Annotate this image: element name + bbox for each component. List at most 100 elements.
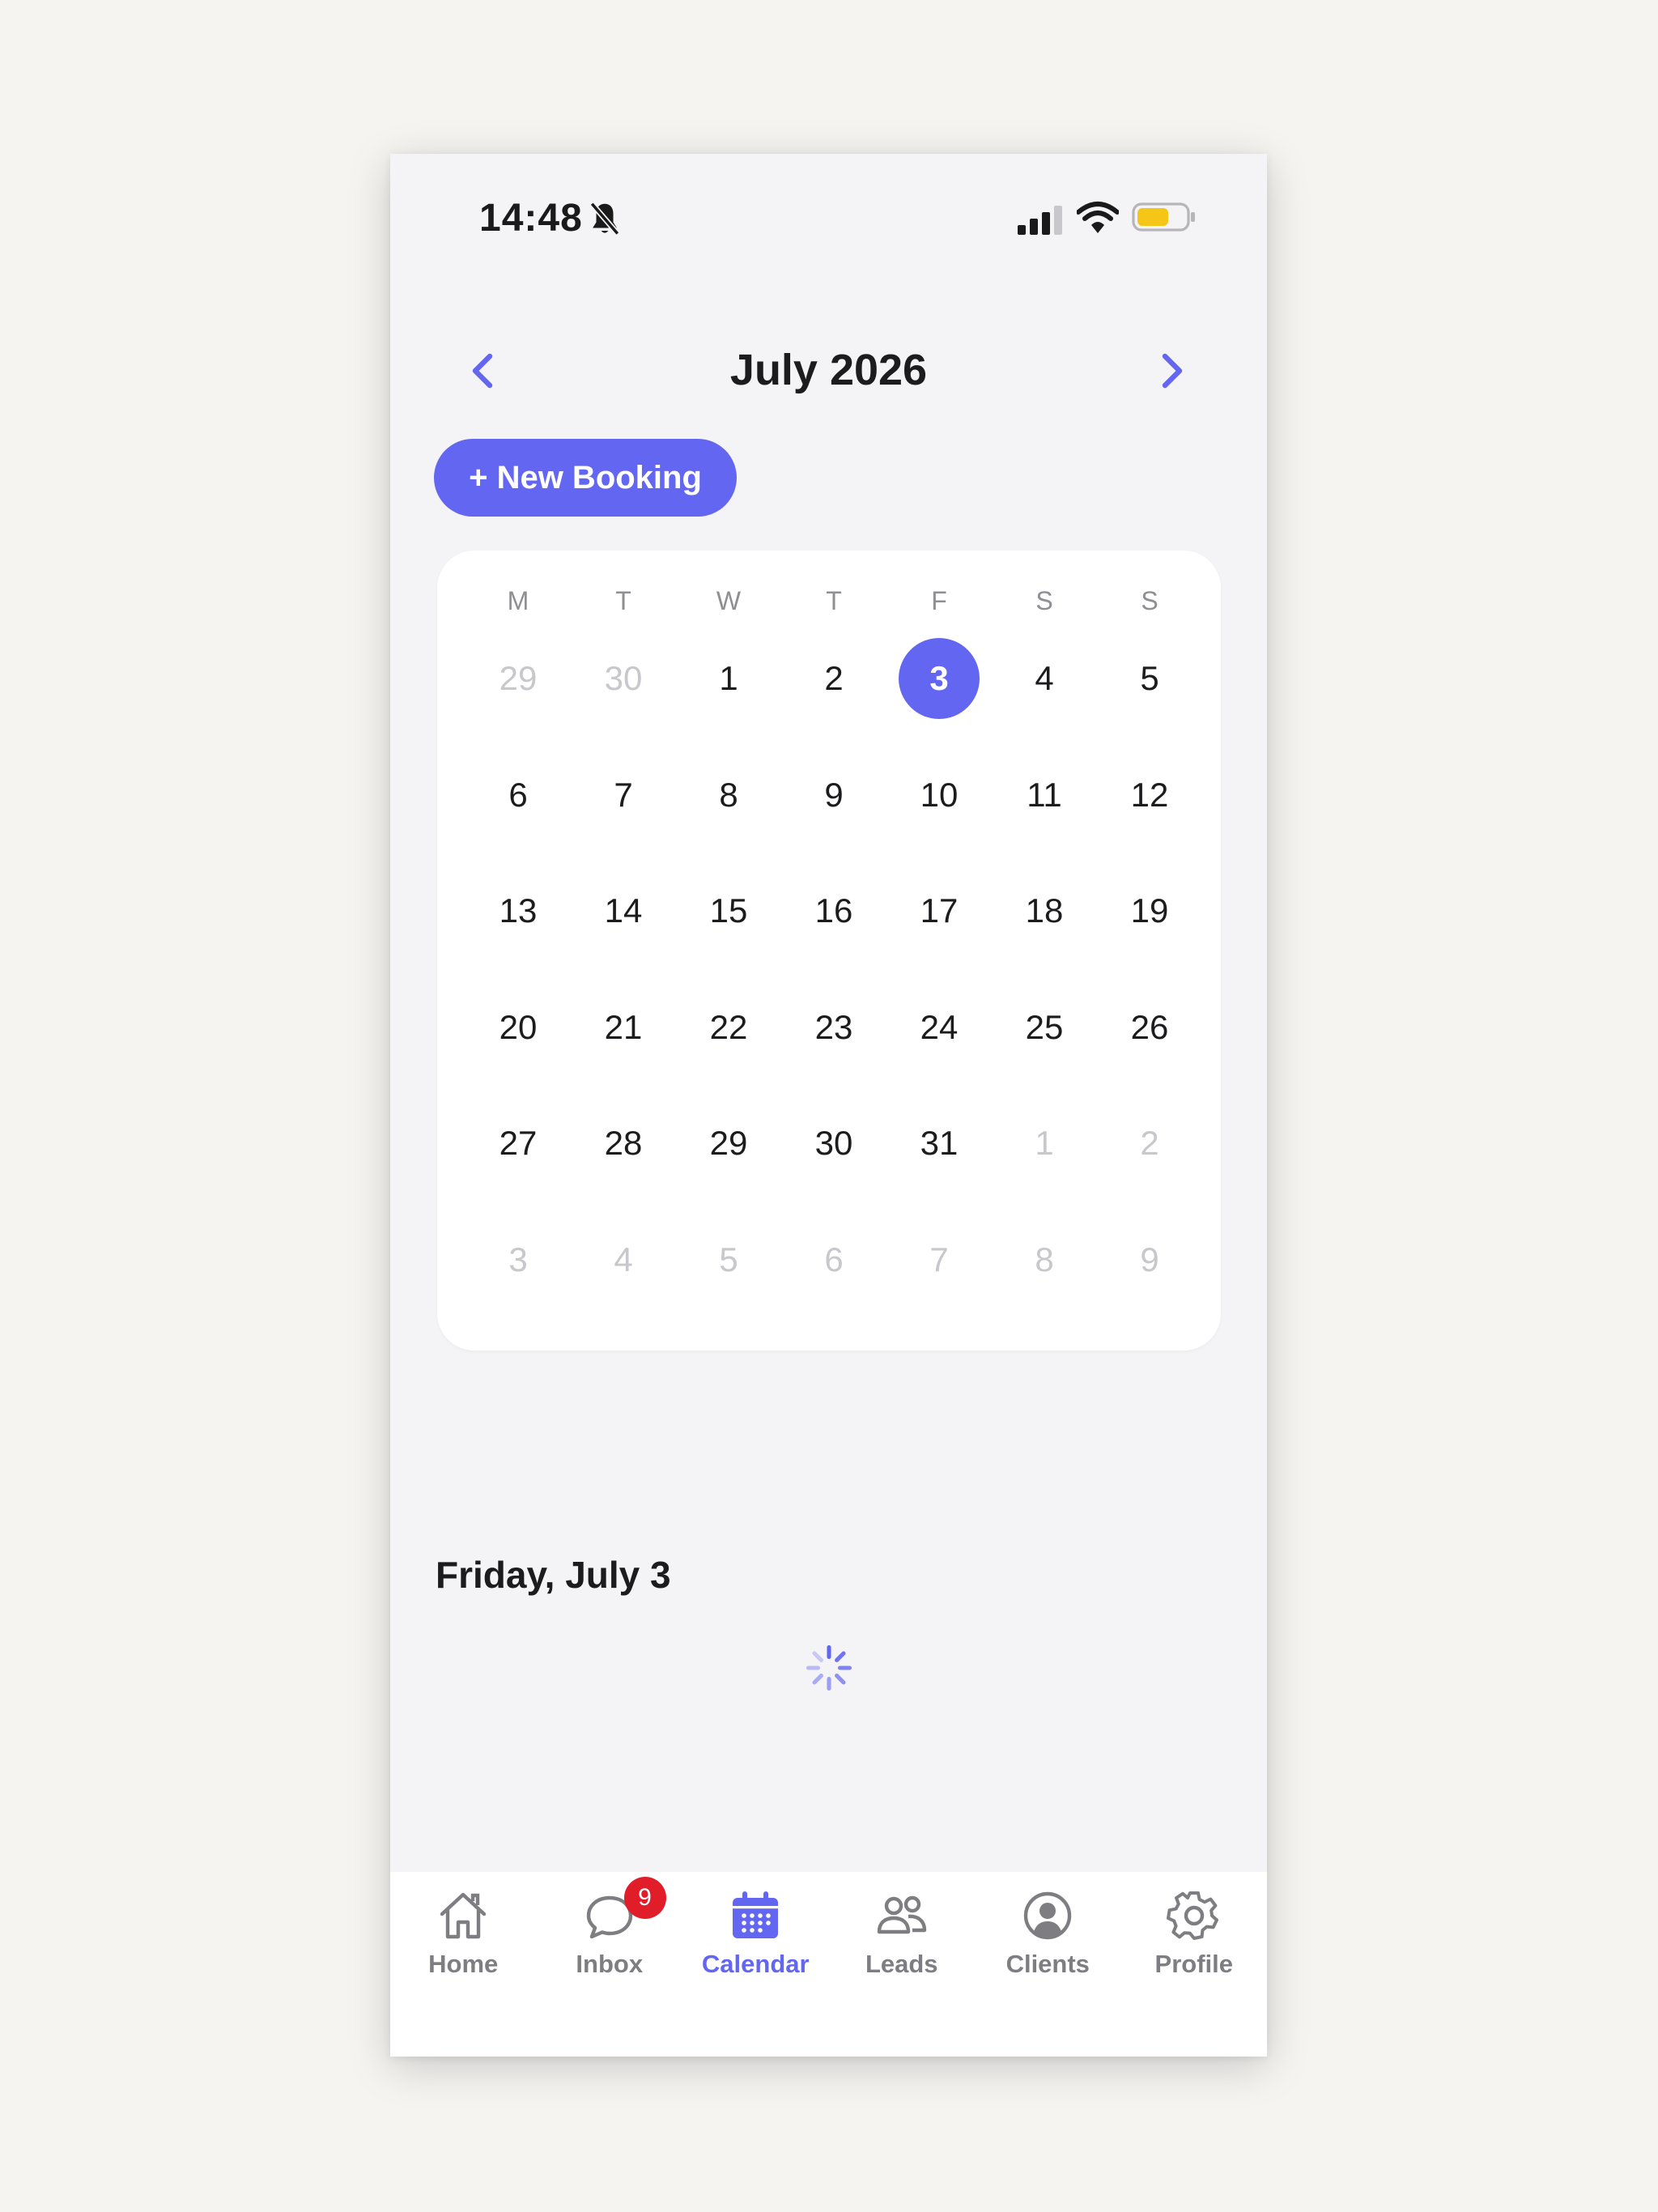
day-number: 6 [508, 775, 528, 814]
calendar-day[interactable]: 8 [992, 1219, 1097, 1336]
calendar-day[interactable]: 30 [781, 1103, 886, 1219]
calendar-day[interactable]: 1 [992, 1103, 1097, 1219]
calendar-day[interactable]: 9 [1097, 1219, 1202, 1336]
next-month-button[interactable] [1148, 347, 1197, 395]
calendar-day[interactable]: 4 [992, 638, 1097, 755]
calendar-day[interactable]: 27 [466, 1103, 571, 1219]
calendar-day[interactable]: 4 [571, 1219, 676, 1336]
day-number: 7 [614, 775, 633, 814]
calendar-day[interactable]: 29 [466, 638, 571, 755]
calendar-day[interactable]: 8 [676, 755, 781, 871]
day-number: 24 [920, 1007, 959, 1046]
calendar-day[interactable]: 11 [992, 755, 1097, 871]
calendar-day[interactable]: 9 [781, 755, 886, 871]
day-number: 5 [1140, 659, 1159, 697]
chevron-right-icon [1162, 353, 1183, 389]
calendar-icon [733, 1891, 779, 1938]
selected-day-heading: Friday, July 3 [436, 1554, 671, 1596]
calendar-days: 29 30 1 2 3 4 5 6 7 8 9 10 11 12 13 14 15 16 17 18 19 20 21 22 2… [437, 638, 1221, 1335]
day-number: 23 [814, 1007, 853, 1046]
day-number: 2 [1140, 1124, 1159, 1162]
calendar-day[interactable]: 22 [676, 987, 781, 1104]
day-number: 30 [604, 659, 643, 697]
tab-calendar[interactable]: Calendar [682, 1872, 829, 2057]
calendar-day[interactable]: 26 [1097, 987, 1202, 1104]
day-number: 6 [824, 1240, 844, 1278]
calendar-day[interactable]: 18 [992, 870, 1097, 987]
calendar-day[interactable]: 6 [781, 1219, 886, 1336]
calendar-day[interactable]: 30 [571, 638, 676, 755]
day-number: 20 [499, 1007, 538, 1046]
tab-inbox[interactable]: 9 Inbox [537, 1872, 683, 2057]
wifi-icon [1077, 202, 1119, 233]
new-booking-button[interactable]: + New Booking [434, 439, 737, 517]
home-icon [440, 1892, 487, 1939]
calendar-day[interactable]: 10 [886, 755, 992, 871]
weekday-header-row: MTWTFSS [437, 586, 1221, 616]
calendar-day[interactable]: 2 [781, 638, 886, 755]
day-number: 26 [1130, 1007, 1169, 1046]
day-number: 8 [719, 775, 738, 814]
calendar-day[interactable]: 5 [676, 1219, 781, 1336]
calendar-day[interactable]: 7 [886, 1219, 992, 1336]
calendar-day[interactable]: 28 [571, 1103, 676, 1219]
day-number: 14 [604, 891, 643, 929]
weekday-label: S [1141, 586, 1158, 615]
weekday-label: S [1035, 586, 1053, 615]
calendar-day[interactable]: 14 [571, 870, 676, 987]
day-number: 21 [604, 1007, 643, 1046]
calendar-grid: MTWTFSS 29 30 1 2 3 4 5 6 7 8 9 10 11 12 13 14 15 16 17 18 1… [437, 551, 1221, 1351]
calendar-day[interactable]: 2 [1097, 1103, 1202, 1219]
day-number: 12 [1130, 775, 1169, 814]
calendar-day[interactable]: 29 [676, 1103, 781, 1219]
tab-label: Inbox [576, 1950, 644, 1978]
calendar-day[interactable]: 23 [781, 987, 886, 1104]
calendar-day[interactable]: 16 [781, 870, 886, 987]
day-number: 19 [1130, 891, 1169, 929]
day-number: 28 [604, 1124, 643, 1162]
calendar-day[interactable]: 31 [886, 1103, 992, 1219]
day-number: 4 [614, 1240, 633, 1278]
tab-clients[interactable]: Clients [975, 1872, 1121, 2057]
day-number: 29 [709, 1124, 748, 1162]
gear-icon [1166, 1891, 1218, 1940]
day-number: 7 [929, 1240, 949, 1278]
calendar-day[interactable]: 13 [466, 870, 571, 987]
day-number: 1 [719, 659, 738, 697]
day-number: 3 [899, 638, 980, 719]
tab-label: Calendar [701, 1950, 810, 1978]
calendar-day[interactable]: 3 [466, 1219, 571, 1336]
day-number: 13 [499, 891, 538, 929]
calendar-day[interactable]: 21 [571, 987, 676, 1104]
user-circle-icon [1024, 1891, 1072, 1940]
tab-label: Home [428, 1950, 499, 1978]
calendar-day[interactable]: 7 [571, 755, 676, 871]
calendar-day[interactable]: 24 [886, 987, 992, 1104]
calendar-day[interactable]: 20 [466, 987, 571, 1104]
status-time: 14:48 [479, 197, 583, 240]
day-number: 5 [719, 1240, 738, 1278]
calendar-day[interactable]: 15 [676, 870, 781, 987]
tab-leads[interactable]: Leads [829, 1872, 976, 2057]
calendar-day[interactable]: 12 [1097, 755, 1202, 871]
calendar-day[interactable]: 17 [886, 870, 992, 987]
tab-label: Leads [865, 1950, 938, 1978]
day-number: 3 [508, 1240, 528, 1278]
day-number: 9 [1140, 1240, 1159, 1278]
cellular-signal-icon [1018, 206, 1062, 235]
calendar-day-selected[interactable]: 3 [886, 638, 992, 755]
calendar-day[interactable]: 19 [1097, 870, 1202, 987]
tab-home[interactable]: Home [390, 1872, 537, 2057]
calendar-day[interactable]: 5 [1097, 638, 1202, 755]
calendar-day[interactable]: 25 [992, 987, 1097, 1104]
calendar-day[interactable]: 6 [466, 755, 571, 871]
weekday-label: T [826, 586, 842, 615]
tab-profile[interactable]: Profile [1121, 1872, 1268, 2057]
bell-slash-icon [589, 202, 620, 236]
day-number: 31 [920, 1124, 959, 1162]
tab-label: Profile [1154, 1950, 1233, 1978]
day-number: 2 [824, 659, 844, 697]
calendar-day[interactable]: 1 [676, 638, 781, 755]
loading-spinner-icon [806, 1644, 852, 1691]
day-number: 16 [814, 891, 853, 929]
